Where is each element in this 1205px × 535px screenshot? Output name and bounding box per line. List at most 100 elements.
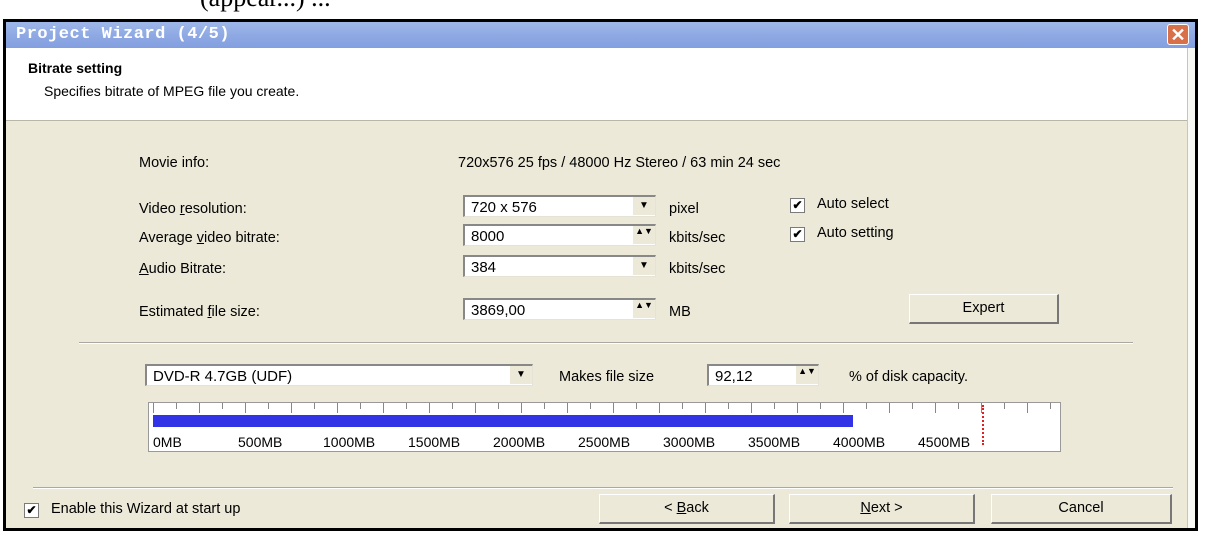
gauge-scale-label: 2500MB — [578, 434, 631, 450]
gauge-tick — [153, 403, 154, 413]
gauge-tick — [406, 403, 407, 409]
gauge-tick — [268, 403, 269, 409]
clipped-caption-text: (appear...) ... — [200, 0, 331, 13]
close-icon: ✕ — [1170, 25, 1186, 45]
gauge-tick — [935, 403, 936, 413]
auto-setting-label: Auto setting — [817, 225, 894, 241]
avg-bitrate-unit: kbits/sec — [669, 230, 726, 246]
expert-button[interactable]: Expert — [909, 294, 1059, 324]
audio-bitrate-select[interactable]: 384 ▼ — [463, 255, 656, 277]
gauge-tick — [613, 403, 614, 413]
footer-divider — [33, 487, 1173, 489]
spin-arrows-icon[interactable]: ▲▼ — [633, 300, 655, 318]
gauge-scale-label: 4500MB — [918, 434, 971, 450]
gauge-tick — [774, 403, 775, 409]
gauge-tick — [291, 403, 292, 413]
gauge-scale-label: 2000MB — [493, 434, 546, 450]
chevron-down-icon[interactable]: ▼ — [632, 257, 655, 275]
page-title: Bitrate setting — [28, 60, 123, 76]
close-button[interactable]: ✕ — [1167, 24, 1189, 45]
gauge-tick — [199, 403, 200, 413]
gauge-scale-label: 4000MB — [833, 434, 886, 450]
chevron-down-icon[interactable]: ▼ — [632, 197, 655, 215]
divider — [79, 342, 1133, 344]
gauge-tick — [889, 403, 890, 413]
gauge-scale-label: 0MB — [153, 434, 182, 450]
makes-file-size-label: Makes file size — [559, 369, 655, 385]
spin-arrows-icon[interactable]: ▲▼ — [633, 226, 655, 244]
gauge-tick — [567, 403, 568, 413]
avg-bitrate-label: Average video bitrate: — [139, 230, 280, 246]
video-resolution-unit: pixel — [669, 201, 699, 217]
disk-media-value: DVD-R 4.7GB (UDF) — [153, 368, 293, 385]
gauge-scale-label: 500MB — [238, 434, 283, 450]
gauge-tick — [314, 403, 315, 409]
spin-arrows-icon[interactable]: ▲▼ — [796, 366, 818, 384]
check-icon: ✔ — [26, 503, 37, 517]
cancel-button[interactable]: Cancel — [991, 494, 1172, 524]
auto-select-label: Auto select — [817, 196, 889, 212]
gauge-tick — [245, 403, 246, 413]
window-title: Project Wizard (4/5) — [16, 25, 231, 44]
gauge-tick — [1027, 403, 1028, 413]
video-resolution-label: Video resolution: — [139, 201, 247, 217]
gauge-fill — [153, 415, 853, 427]
next-button[interactable]: Next > — [789, 494, 975, 524]
gauge-tick — [222, 403, 223, 409]
file-size-spinner[interactable]: 3869,00 ▲▼ — [463, 298, 656, 320]
disk-capacity-limit-line — [982, 405, 984, 445]
gauge-tick — [751, 403, 752, 413]
project-wizard-dialog: Project Wizard (4/5) ✕ Bitrate setting S… — [3, 19, 1198, 531]
gauge-tick — [360, 403, 361, 409]
page-subtitle: Specifies bitrate of MPEG file you creat… — [44, 83, 300, 99]
disk-usage-gauge: 0MB 500MB 1000MB 1500MB 2000MB 2500MB 3000MB 35… — [148, 402, 1061, 452]
gauge-scale-label: 1000MB — [323, 434, 376, 450]
file-size-label: Estimated file size: — [139, 304, 260, 320]
back-button[interactable]: < Back — [599, 494, 775, 524]
gauge-tick — [383, 403, 384, 413]
video-resolution-value: 720 x 576 — [471, 199, 537, 216]
enable-wizard-checkbox[interactable]: ✔ — [24, 503, 39, 518]
avg-bitrate-spinner[interactable]: 8000 ▲▼ — [463, 224, 656, 246]
gauge-tick — [866, 403, 867, 409]
avg-bitrate-value: 8000 — [471, 228, 505, 245]
gauge-tick — [728, 403, 729, 409]
gauge-tick — [912, 403, 913, 409]
disk-percent-spinner[interactable]: 92,12 ▲▼ — [707, 364, 819, 386]
gauge-tick — [981, 403, 982, 413]
gauge-tick — [176, 403, 177, 409]
gauge-tick — [521, 403, 522, 413]
clipped-caption-strip: (appear...) ... — [0, 0, 1205, 19]
gauge-tick — [636, 403, 637, 409]
gauge-tick — [452, 403, 453, 409]
disk-percent-value: 92,12 — [715, 368, 753, 385]
title-bar[interactable]: Project Wizard (4/5) ✕ — [6, 22, 1195, 48]
gauge-tick — [1004, 403, 1005, 409]
gauge-tick — [958, 403, 959, 409]
audio-bitrate-unit: kbits/sec — [669, 261, 726, 277]
gauge-tick — [705, 403, 706, 413]
gauge-tick — [843, 403, 844, 413]
gauge-tick — [429, 403, 430, 413]
movie-info-value: 720x576 25 fps / 48000 Hz Stereo / 63 mi… — [458, 155, 781, 171]
audio-bitrate-label: Audio Bitrate: — [139, 261, 227, 277]
gauge-tick — [1050, 403, 1051, 409]
movie-info-label: Movie info: — [139, 155, 210, 171]
gauge-tick — [659, 403, 660, 413]
enable-wizard-label: Enable this Wizard at start up — [51, 501, 241, 517]
file-size-unit: MB — [669, 304, 691, 320]
gauge-tick — [475, 403, 476, 413]
gauge-scale-label: 3500MB — [748, 434, 801, 450]
chevron-down-icon[interactable]: ▼ — [509, 366, 532, 384]
audio-bitrate-value: 384 — [471, 259, 497, 276]
check-icon: ✔ — [792, 198, 803, 212]
video-resolution-select[interactable]: 720 x 576 ▼ — [463, 195, 656, 217]
auto-setting-checkbox[interactable]: ✔ — [790, 227, 805, 242]
disk-media-select[interactable]: DVD-R 4.7GB (UDF) ▼ — [145, 364, 533, 386]
percent-suffix-label: % of disk capacity. — [849, 369, 969, 385]
right-edge-strip — [1187, 48, 1195, 528]
auto-select-checkbox[interactable]: ✔ — [790, 198, 805, 213]
gauge-scale-label: 3000MB — [663, 434, 716, 450]
gauge-tick — [544, 403, 545, 409]
gauge-tick — [820, 403, 821, 409]
